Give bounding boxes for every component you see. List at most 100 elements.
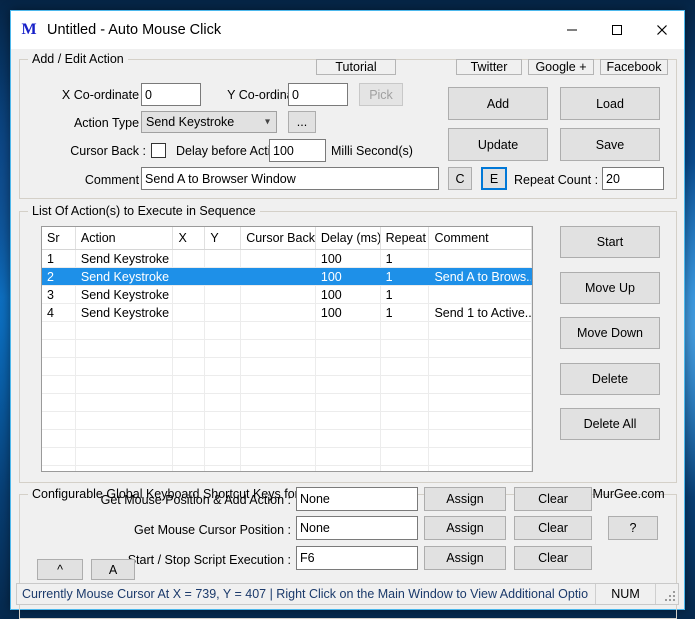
update-button[interactable]: Update [448,128,548,161]
table-row[interactable]: 3Send Keystroke1001 [42,286,532,304]
table-cell [205,250,241,267]
shortcut-input-add-action[interactable] [296,487,418,511]
load-button[interactable]: Load [560,87,660,120]
shortcut-input-start-stop[interactable] [296,546,418,570]
table-cell-empty [42,358,76,375]
table-cell-empty [316,466,381,472]
table-cell [173,268,205,285]
grid-column-header[interactable]: X [173,227,205,249]
shortcut-label-add-action: Get Mouse Position & Add Action : [71,493,291,507]
assign-button-start-stop[interactable]: Assign [424,546,506,570]
delay-input[interactable] [269,139,326,162]
shortcut-input-cursor-position[interactable] [296,516,418,540]
grid-column-header[interactable]: Delay (ms) [316,227,381,249]
minimize-icon[interactable] [549,11,594,49]
table-cell-empty [205,394,241,411]
maximize-icon[interactable] [594,11,639,49]
table-cell-empty [316,412,381,429]
y-coordinate-input[interactable] [288,83,348,106]
table-cell-empty [381,466,430,472]
table-cell-empty [316,376,381,393]
table-row-empty[interactable] [42,430,532,448]
add-button[interactable]: Add [448,87,548,120]
table-cell [429,250,532,267]
table-cell-empty [241,394,316,411]
table-row-empty[interactable] [42,394,532,412]
delete-button[interactable]: Delete [560,363,660,395]
table-row-empty[interactable] [42,448,532,466]
grid-column-header[interactable]: Comment [429,227,532,249]
action-list-grid[interactable]: SrActionXYCursor BackDelay (ms)RepeatCom… [41,226,533,472]
app-logo-icon: M [19,20,39,40]
table-row-empty[interactable] [42,322,532,340]
font-size-button[interactable]: A [91,559,135,580]
table-cell [241,304,316,321]
collapse-button[interactable]: ^ [37,559,83,580]
grid-column-header[interactable]: Repeat [381,227,430,249]
table-cell [173,304,205,321]
move-down-button[interactable]: Move Down [560,317,660,349]
table-row-empty[interactable] [42,412,532,430]
table-cell-empty [429,358,532,375]
close-icon[interactable] [639,11,684,49]
table-cell: Send Keystroke [76,286,174,303]
cursor-back-checkbox[interactable] [151,143,166,158]
table-cell [173,286,205,303]
assign-button-cursor-position[interactable]: Assign [424,516,506,540]
delete-all-button[interactable]: Delete All [560,408,660,440]
table-cell-empty [429,448,532,465]
help-button[interactable]: ? [608,516,658,540]
table-cell-empty [42,412,76,429]
table-cell-empty [205,322,241,339]
table-cell-empty [205,466,241,472]
application-window: M Untitled - Auto Mouse Click Add / Edit… [10,10,685,610]
table-row[interactable]: 1Send Keystroke1001 [42,250,532,268]
table-cell-empty [429,430,532,447]
add-edit-action-legend: Add / Edit Action [28,52,128,66]
grid-header-row: SrActionXYCursor BackDelay (ms)RepeatCom… [42,227,532,250]
status-message: Currently Mouse Cursor At X = 739, Y = 4… [17,587,595,601]
clear-button-cursor-position[interactable]: Clear [514,516,592,540]
pick-button[interactable]: Pick [359,83,403,106]
move-up-button[interactable]: Move Up [560,272,660,304]
table-cell [173,250,205,267]
table-row-empty[interactable] [42,340,532,358]
start-button[interactable]: Start [560,226,660,258]
table-row[interactable]: 4Send Keystroke1001Send 1 to Active... [42,304,532,322]
grid-column-header[interactable]: Sr [42,227,76,249]
save-button[interactable]: Save [560,128,660,161]
table-cell: 1 [381,268,430,285]
table-row-empty[interactable] [42,376,532,394]
clear-button-start-stop[interactable]: Clear [514,546,592,570]
repeat-count-input[interactable] [602,167,664,190]
comment-label: Comment : [46,173,146,187]
comment-input[interactable] [141,167,439,190]
tutorial-button[interactable]: Tutorial [316,59,396,75]
table-row-empty[interactable] [42,358,532,376]
google-plus-button[interactable]: Google + [528,59,594,75]
action-options-button[interactable]: ... [288,111,316,133]
table-row-empty[interactable] [42,466,532,472]
table-cell-empty [241,466,316,472]
table-cell-empty [241,412,316,429]
chevron-down-icon: ▾ [265,117,270,128]
grid-column-header[interactable]: Cursor Back [241,227,316,249]
x-coordinate-label: X Co-ordinate : [41,88,146,102]
table-cell-empty [241,430,316,447]
table-cell [429,286,532,303]
table-cell: Send 1 to Active... [429,304,532,321]
clear-button-add-action[interactable]: Clear [514,487,592,511]
resize-grip-icon[interactable] [655,584,678,604]
action-type-select[interactable]: Send Keystroke ▾ [141,111,277,133]
assign-button-add-action[interactable]: Assign [424,487,506,511]
comment-c-button[interactable]: C [448,167,472,190]
grid-column-header[interactable]: Y [205,227,241,249]
grid-column-header[interactable]: Action [76,227,174,249]
twitter-button[interactable]: Twitter [456,59,522,75]
comment-e-button[interactable]: E [481,167,507,190]
x-coordinate-input[interactable] [141,83,201,106]
facebook-button[interactable]: Facebook [600,59,668,75]
table-cell-empty [241,448,316,465]
table-cell-empty [173,340,205,357]
table-row[interactable]: 2Send Keystroke1001Send A to Brows... [42,268,532,286]
